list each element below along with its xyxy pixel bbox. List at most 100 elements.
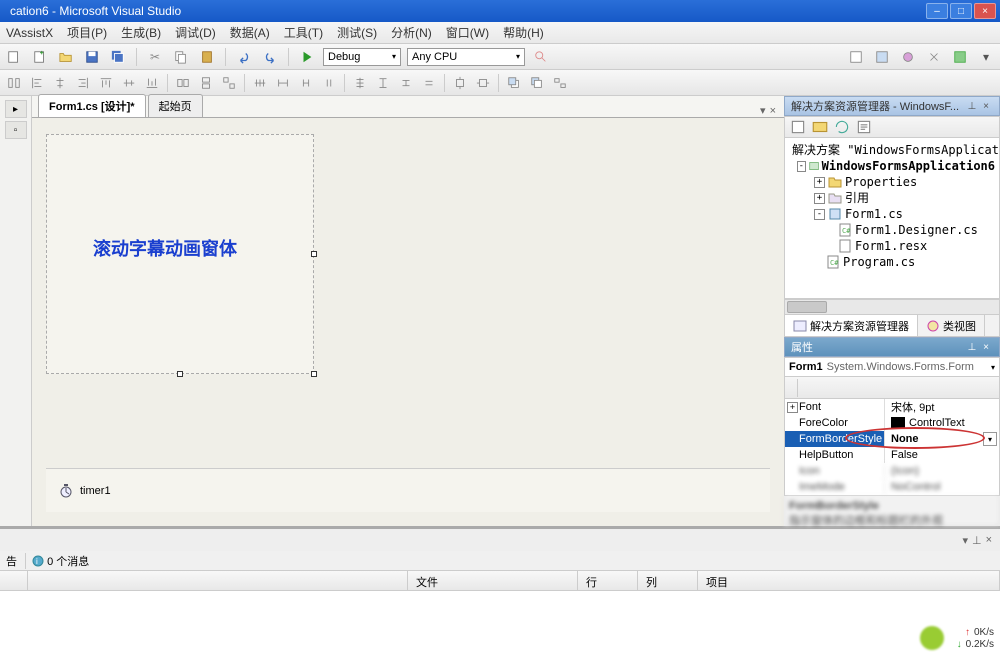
menu-analyze[interactable]: 分析(N)	[391, 24, 432, 41]
solution-explorer-button[interactable]	[846, 47, 866, 67]
panel-close-icon[interactable]: ×	[979, 340, 993, 354]
align-center-icon[interactable]	[50, 73, 70, 93]
properties-grid[interactable]: +Font宋体, 9pt ForeColorControlText FormBo…	[784, 399, 1000, 496]
add-item-button[interactable]	[30, 47, 50, 67]
filter-warnings[interactable]: 告	[6, 553, 17, 569]
expand-properties[interactable]: +	[814, 177, 825, 188]
solution-explorer-tab[interactable]: 解决方案资源管理器	[785, 315, 918, 336]
toolbox-button[interactable]	[924, 47, 944, 67]
new-item-button[interactable]	[4, 47, 24, 67]
menu-help[interactable]: 帮助(H)	[503, 24, 544, 41]
class-view-tab[interactable]: 类视图	[918, 315, 985, 336]
open-button[interactable]	[56, 47, 76, 67]
start-debug-button[interactable]	[297, 47, 317, 67]
menu-window[interactable]: 窗口(W)	[446, 24, 489, 41]
menu-project[interactable]: 项目(P)	[67, 24, 107, 41]
solution-scrollbar[interactable]	[784, 299, 1000, 315]
dock-pin-icon[interactable]: ⊥	[972, 534, 982, 547]
saveall-button[interactable]	[108, 47, 128, 67]
show-all-icon[interactable]	[811, 118, 829, 136]
project-node[interactable]: WindowsFormsApplication6	[822, 158, 995, 174]
align-left-icon[interactable]	[27, 73, 47, 93]
hspace-inc-icon[interactable]	[273, 73, 293, 93]
pin-icon[interactable]: ⊥	[965, 340, 979, 354]
close-button[interactable]: ×	[974, 3, 996, 19]
undo-button[interactable]	[234, 47, 254, 67]
align-right-icon[interactable]	[73, 73, 93, 93]
resize-handle-bottom[interactable]	[177, 371, 183, 377]
same-width-icon[interactable]	[173, 73, 193, 93]
align-top-icon[interactable]	[96, 73, 116, 93]
panel-close-icon[interactable]: ×	[979, 99, 993, 113]
center-h-icon[interactable]	[450, 73, 470, 93]
form-node[interactable]: Form1.cs	[845, 206, 903, 222]
expand-project[interactable]: -	[797, 161, 805, 172]
extensions-button[interactable]: ▾	[976, 47, 996, 67]
align-bottom-icon[interactable]	[142, 73, 162, 93]
form-designer-surface[interactable]: 滚动字幕动画窗体 timer1	[32, 118, 784, 526]
view-code-icon[interactable]	[855, 118, 873, 136]
menu-build[interactable]: 生成(B)	[121, 24, 161, 41]
copy-button[interactable]	[171, 47, 191, 67]
dropdown-icon[interactable]: ▾	[983, 432, 997, 446]
menu-test[interactable]: 测试(S)	[337, 24, 377, 41]
resize-handle-right[interactable]	[311, 251, 317, 257]
vspace-remove-icon[interactable]	[419, 73, 439, 93]
tab-form-designer[interactable]: Form1.cs [设计]*	[38, 94, 146, 117]
refresh-icon[interactable]	[833, 118, 851, 136]
solution-tree[interactable]: 解决方案 "WindowsFormsApplication6" - Windows…	[784, 138, 1000, 299]
pin-icon[interactable]: ⊥	[965, 99, 979, 113]
config-combo[interactable]: Debug▾	[323, 48, 401, 66]
tab-dropdown-icon[interactable]: ▾	[760, 104, 766, 117]
tab-start-page[interactable]: 起始页	[148, 94, 203, 117]
menu-debug[interactable]: 调试(D)	[175, 24, 216, 41]
platform-combo[interactable]: Any CPU▾	[407, 48, 525, 66]
menu-vassistx[interactable]: VAssistX	[6, 26, 53, 40]
program-node[interactable]: Program.cs	[843, 254, 915, 270]
same-size-icon[interactable]	[219, 73, 239, 93]
vspace-equal-icon[interactable]	[350, 73, 370, 93]
cut-button[interactable]: ✂	[145, 47, 165, 67]
form-border-style-row[interactable]: FormBorderStyleNone▾	[785, 431, 999, 447]
menu-data[interactable]: 数据(A)	[230, 24, 270, 41]
expand-references[interactable]: +	[814, 193, 825, 204]
resize-handle-corner[interactable]	[311, 371, 317, 377]
start-page-button[interactable]	[950, 47, 970, 67]
toolbox-other[interactable]: ▫	[5, 121, 27, 139]
toolbox-pointer[interactable]: ▸	[5, 100, 27, 118]
menu-tools[interactable]: 工具(T)	[284, 24, 323, 41]
references-node[interactable]: 引用	[845, 190, 869, 206]
col-col[interactable]: 列	[638, 571, 698, 590]
scroll-label[interactable]: 滚动字幕动画窗体	[93, 235, 237, 261]
send-back-icon[interactable]	[527, 73, 547, 93]
bring-front-icon[interactable]	[504, 73, 524, 93]
timer-icon[interactable]	[58, 483, 74, 499]
vspace-dec-icon[interactable]	[396, 73, 416, 93]
hspace-equal-icon[interactable]	[250, 73, 270, 93]
properties-node[interactable]: Properties	[845, 174, 917, 190]
align-middle-icon[interactable]	[119, 73, 139, 93]
tab-close-icon[interactable]: ×	[770, 105, 776, 117]
same-height-icon[interactable]	[196, 73, 216, 93]
timer-label[interactable]: timer1	[80, 485, 111, 497]
minimize-button[interactable]: –	[926, 3, 948, 19]
col-line[interactable]: 行	[578, 571, 638, 590]
solution-node[interactable]: 解决方案 "WindowsFormsApplication6"	[792, 142, 1000, 158]
save-button[interactable]	[82, 47, 102, 67]
paste-button[interactable]	[197, 47, 217, 67]
properties-object-combo[interactable]: Form1System.Windows.Forms.Form▾	[784, 357, 1000, 377]
tab-order-icon[interactable]	[550, 73, 570, 93]
redo-button[interactable]	[260, 47, 280, 67]
align-grid-icon[interactable]	[4, 73, 24, 93]
filter-messages[interactable]: i 0 个消息	[25, 553, 89, 569]
expand-form[interactable]: -	[814, 209, 825, 220]
form-design[interactable]: 滚动字幕动画窗体	[46, 134, 314, 374]
find-button[interactable]	[531, 47, 551, 67]
hspace-dec-icon[interactable]	[296, 73, 316, 93]
properties-icon[interactable]	[789, 118, 807, 136]
dock-dropdown-icon[interactable]: ▾	[962, 534, 968, 547]
col-file[interactable]: 文件	[408, 571, 578, 590]
dock-close-icon[interactable]: ×	[986, 534, 992, 546]
object-browser-button[interactable]	[898, 47, 918, 67]
properties-window-button[interactable]	[872, 47, 892, 67]
